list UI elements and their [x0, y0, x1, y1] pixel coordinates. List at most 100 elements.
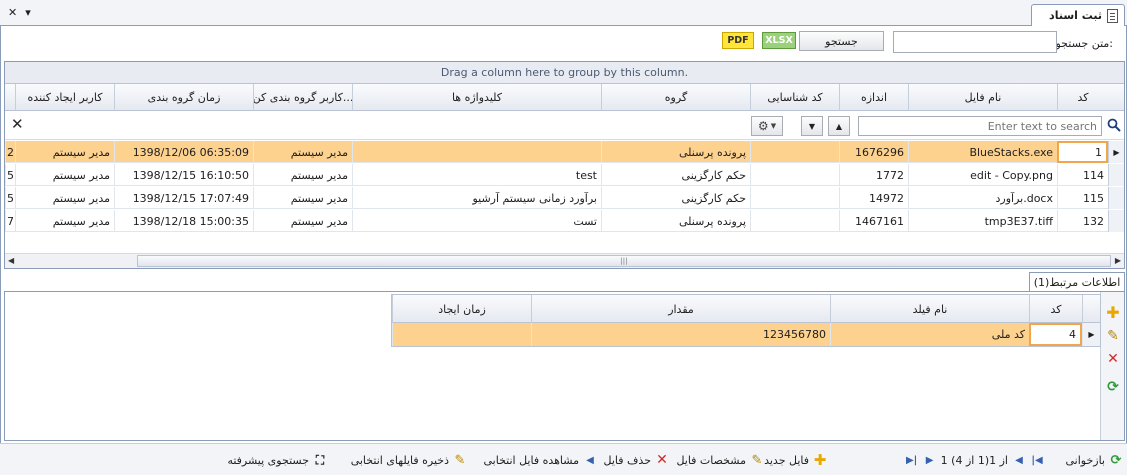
xlsx-export-button[interactable]: XLSX: [762, 32, 796, 49]
table-row[interactable]: 132 tmp3E37.tiff 1467161 پرونده پرسنلی ت…: [5, 210, 1124, 232]
column-header-group[interactable]: گروه: [601, 84, 750, 111]
column-header-identifier[interactable]: کد شناسایی: [750, 84, 839, 111]
search-input[interactable]: [893, 31, 1057, 53]
close-icon[interactable]: ✕: [8, 6, 17, 19]
prev-page-icon[interactable]: ◀: [1012, 453, 1026, 467]
cell-identifier[interactable]: [750, 164, 839, 186]
cell-creator[interactable]: مدیر سیستم: [15, 210, 114, 232]
column-header-created-time[interactable]: زمان ایجاد: [392, 295, 531, 323]
horizontal-scrollbar[interactable]: ◀ ||| ▶: [5, 253, 1124, 268]
bottom-toolbar: بازخوانی ⟳ ▶| ▶ 1 از 1(1 از 4) ◀ |◀ فایل…: [0, 443, 1127, 475]
search-icon[interactable]: [1107, 118, 1121, 132]
row-indicator-header: [1082, 295, 1100, 323]
cell-group-user[interactable]: مدیر سیستم: [253, 164, 352, 186]
delete-file-button[interactable]: حذف فایل ✕: [604, 452, 669, 468]
scrollbar-thumb[interactable]: |||: [137, 255, 1111, 267]
cell-size[interactable]: 1467161: [839, 210, 908, 232]
cell-group-user[interactable]: مدیر سیستم: [253, 141, 352, 163]
column-header-value[interactable]: مقدار: [531, 295, 830, 323]
edit-icon[interactable]: ✎: [1105, 328, 1121, 344]
cell-code[interactable]: 114: [1057, 164, 1108, 186]
cell-size[interactable]: 1772: [839, 164, 908, 186]
cell-group[interactable]: پرونده پرسنلی: [601, 141, 750, 163]
last-page-icon[interactable]: ▶|: [905, 453, 919, 467]
cell-value[interactable]: 123456780: [531, 323, 830, 346]
reload-button[interactable]: بازخوانی ⟳: [1066, 452, 1124, 468]
cell-code[interactable]: 115: [1057, 187, 1108, 209]
cell-group-user[interactable]: مدیر سیستم: [253, 210, 352, 232]
search-button[interactable]: جستجو: [799, 31, 884, 51]
add-icon[interactable]: ✚: [1105, 303, 1121, 322]
chevron-down-icon[interactable]: ▾: [25, 6, 31, 19]
cell-group-time[interactable]: 1398/12/15 17:07:49: [114, 187, 253, 209]
column-header-code[interactable]: کد: [1057, 84, 1108, 111]
search-label: متن جستجو:: [1055, 37, 1113, 50]
row-indicator-icon: ▶: [1108, 141, 1124, 163]
new-file-button[interactable]: فایل جدید ✚: [764, 451, 827, 469]
cell-code[interactable]: 132: [1057, 210, 1108, 232]
cell-group-time[interactable]: 1398/12/06 06:35:09: [114, 141, 253, 163]
cell-group[interactable]: حکم کارگزینی: [601, 164, 750, 186]
column-header-group-user[interactable]: کاربر گروه بندی کن...: [253, 84, 352, 111]
cell-keywords[interactable]: تست: [352, 210, 601, 232]
cell-filename[interactable]: برآورد.docx: [908, 187, 1057, 209]
cell-creator[interactable]: مدیر سیستم: [15, 164, 114, 186]
group-by-panel[interactable]: Drag a column here to group by this colu…: [5, 62, 1124, 84]
delete-file-label: حذف فایل: [603, 453, 651, 467]
cell-group-user[interactable]: مدیر سیستم: [253, 187, 352, 209]
cell-field-name[interactable]: کد ملی: [830, 323, 1029, 346]
pdf-export-button[interactable]: PDF: [722, 32, 754, 49]
next-page-icon[interactable]: ▶: [923, 453, 937, 467]
column-header-group-time[interactable]: زمان گروه بندی: [114, 84, 253, 111]
cell-filename[interactable]: tmp3E37.tiff: [908, 210, 1057, 232]
documents-grid: Drag a column here to group by this colu…: [4, 61, 1125, 269]
cell-identifier[interactable]: [750, 210, 839, 232]
cell-keywords[interactable]: [352, 141, 601, 163]
cell-keywords[interactable]: برآورد زمانی سیستم آرشیو: [352, 187, 601, 209]
cell-size[interactable]: 14972: [839, 187, 908, 209]
column-header-size[interactable]: اندازه: [839, 84, 908, 111]
cell-keywords[interactable]: test: [352, 164, 601, 186]
table-row[interactable]: ▶ 4 کد ملی 123456780: [392, 323, 1100, 346]
cell-filename[interactable]: edit - Copy.png: [908, 164, 1057, 186]
column-header-field-name[interactable]: نام فیلد: [830, 295, 1029, 323]
cell-creator[interactable]: مدیر سیستم: [15, 187, 114, 209]
pager: ▶| ▶ 1 از 1(1 از 4) ◀ |◀: [905, 452, 1044, 468]
cell-group-time[interactable]: 1398/12/15 16:10:50: [114, 164, 253, 186]
advanced-search-button[interactable]: جستجوی پیشرفته ⛶: [227, 452, 327, 468]
clear-filter-icon[interactable]: ✕: [11, 115, 24, 133]
search-next-button[interactable]: ▼: [801, 116, 823, 136]
cell-identifier[interactable]: [750, 187, 839, 209]
tab-related-info[interactable]: اطلاعات مرتبط(1): [1029, 272, 1125, 292]
column-header-creator[interactable]: کاربر ایجاد کننده: [15, 84, 114, 111]
column-header-filename[interactable]: نام فایل: [908, 84, 1057, 111]
column-header-code[interactable]: کد: [1029, 295, 1082, 323]
scroll-right-icon[interactable]: ▶: [1115, 256, 1121, 265]
tab-strip: ✕ ▾ ثبت اسناد: [0, 0, 1127, 26]
cell-created-time[interactable]: [392, 323, 531, 346]
cell-filename[interactable]: BlueStacks.exe: [908, 141, 1057, 163]
scroll-left-icon[interactable]: ◀: [8, 256, 14, 265]
view-selected-button[interactable]: مشاهده فایل انتخابی ◀: [483, 452, 597, 468]
cell-group[interactable]: حکم کارگزینی: [601, 187, 750, 209]
column-header-keywords[interactable]: کلیدواژه ها: [352, 84, 601, 111]
cell-code[interactable]: 4: [1029, 323, 1082, 346]
table-row[interactable]: 114 edit - Copy.png 1772 حکم کارگزینی te…: [5, 164, 1124, 186]
save-selected-button[interactable]: ذخیره فایلهای انتخابی ✎: [351, 452, 467, 468]
delete-icon[interactable]: ✕: [1105, 351, 1121, 367]
table-row[interactable]: 115 برآورد.docx 14972 حکم کارگزینی برآور…: [5, 187, 1124, 209]
search-prev-button[interactable]: ▲: [828, 116, 850, 136]
tab-document-register[interactable]: ثبت اسناد: [1031, 4, 1125, 26]
grid-search-input[interactable]: [858, 116, 1102, 136]
cell-group-time[interactable]: 1398/12/18 15:00:35: [114, 210, 253, 232]
file-properties-button[interactable]: مشخصات فایل ✎: [676, 452, 764, 468]
cell-code[interactable]: 1: [1057, 141, 1108, 163]
cell-identifier[interactable]: [750, 141, 839, 163]
refresh-icon[interactable]: ⟳: [1105, 379, 1121, 395]
table-row[interactable]: ▶ 1 BlueStacks.exe 1676296 پرونده پرسنلی…: [5, 141, 1124, 163]
first-page-icon[interactable]: |◀: [1030, 453, 1044, 467]
cell-creator[interactable]: مدیر سیستم: [15, 141, 114, 163]
cell-group[interactable]: پرونده پرسنلی: [601, 210, 750, 232]
cell-size[interactable]: 1676296: [839, 141, 908, 163]
grid-settings-button[interactable]: ⚙ ▼: [751, 116, 783, 136]
